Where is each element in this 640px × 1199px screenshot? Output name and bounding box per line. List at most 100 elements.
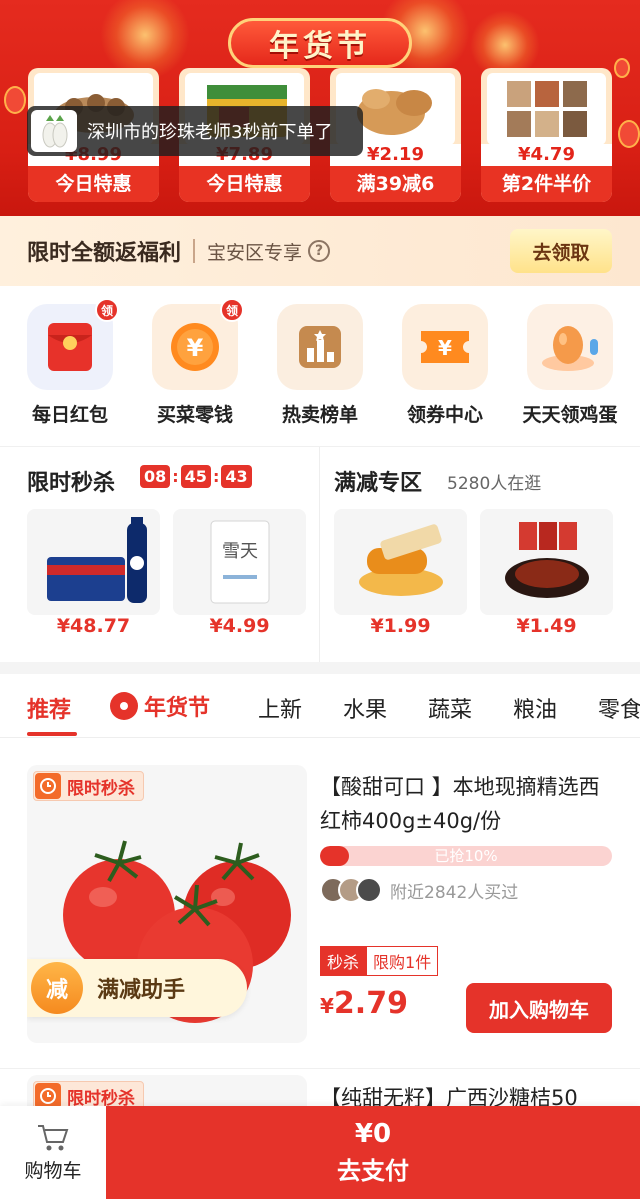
divider: [319, 447, 320, 663]
buyers-count: 附近2842人买过: [390, 882, 519, 903]
benefit-region: 宝安区专享: [207, 241, 303, 264]
tab-vegetables[interactable]: 蔬菜: [428, 692, 472, 724]
flash-tag-label: 限时秒杀: [67, 778, 135, 799]
lantern-decoration: [618, 120, 640, 148]
cart-button[interactable]: 购物车: [0, 1106, 106, 1199]
tab-new-arrivals[interactable]: 上新: [258, 692, 302, 724]
lantern-decoration: [4, 86, 26, 114]
cart-total: ¥0: [354, 1119, 392, 1149]
bottom-checkout-bar: 购物车 ¥0 去支付: [0, 1106, 640, 1199]
clock-icon: [35, 773, 61, 799]
deal-card[interactable]: ¥4.79 第2件半价: [481, 68, 612, 202]
discount-product-price: ¥1.49: [516, 615, 577, 637]
discount-badge-icon: 减: [31, 962, 83, 1014]
help-icon[interactable]: ?: [308, 240, 331, 262]
deal-price: ¥4.79: [481, 144, 612, 166]
shopping-cart-icon: [38, 1125, 69, 1151]
flash-product-card[interactable]: 雪天: [173, 509, 306, 615]
ranking-podium-icon: [277, 304, 363, 390]
salt-bag-image: 雪天: [210, 520, 269, 604]
spicy-snacks-image: [504, 522, 589, 598]
promo-sections: 限时秒杀 08 : 45 : 43 ¥48.77 雪天 ¥4.99 满减专区 5…: [0, 446, 640, 663]
checkout-button[interactable]: ¥0 去支付: [106, 1106, 640, 1199]
feature-icon-grid: 领 每日红包 ¥ 领 买菜零钱 热卖榜单 ¥ 领券中心 天天领鸡蛋: [0, 286, 640, 446]
benefit-strip: 限时全额返福利 宝安区专享 ? 去领取: [0, 216, 640, 286]
deal-tag: 满39减6: [330, 166, 461, 202]
flash-product-card[interactable]: [27, 509, 160, 615]
discount-product-card[interactable]: [334, 509, 467, 615]
flash-sale-title[interactable]: 限时秒杀: [27, 465, 115, 497]
claim-badge: 领: [220, 298, 244, 322]
purchase-limit-badge: 限购1件: [366, 946, 439, 976]
feature-grocery-change[interactable]: ¥ 领 买菜零钱: [135, 298, 255, 427]
progress-label: 已抢10%: [434, 847, 498, 865]
lantern-decoration: [614, 58, 630, 78]
deal-tag: 今日特惠: [179, 166, 310, 202]
festival-banner[interactable]: 年货节 ¥8.99 今日特惠 ¥7.89 今日特惠 ¥2.19 满39减6 ¥4…: [0, 0, 640, 216]
price-value: 2.79: [333, 986, 408, 1021]
deal-tag: 第2件半价: [481, 166, 612, 202]
discount-helper-button[interactable]: 减 满减助手: [27, 959, 247, 1017]
helper-label: 满减助手: [97, 978, 186, 1003]
flash-sale-tag: 限时秒杀: [33, 771, 144, 801]
yen-coin-icon: ¥ 领: [152, 298, 244, 390]
feature-coupon-center[interactable]: ¥ 领券中心: [385, 304, 505, 427]
red-envelope-icon: 领: [27, 298, 119, 390]
feature-label: 天天领鸡蛋: [522, 404, 618, 426]
festival-tag-icon: [110, 692, 138, 720]
promo-tags: 秒杀 限购1件: [320, 946, 439, 976]
category-tabs: 推荐 年货节 上新 水果 蔬菜 粮油 零食: [0, 674, 640, 738]
claim-button[interactable]: 去领取: [510, 229, 612, 273]
flash-tag-label: 限时秒杀: [67, 1088, 135, 1109]
discount-zone-title[interactable]: 满减专区: [334, 465, 422, 497]
egg-icon: [527, 304, 613, 390]
product-title[interactable]: 【酸甜可口 】本地现摘精选西红柿400g±40g/份: [320, 770, 616, 838]
flash-product-price: ¥4.99: [209, 615, 270, 637]
coupon-icon: ¥: [402, 304, 488, 390]
add-to-cart-button[interactable]: 加入购物车: [466, 983, 612, 1033]
flash-sale-badge: 秒杀: [320, 946, 367, 976]
recent-buyers: 附近2842人买过: [320, 877, 518, 903]
feature-label: 领券中心: [406, 404, 483, 426]
product-price: ¥2.79: [320, 986, 408, 1021]
flash-product-price: ¥48.77: [56, 615, 131, 637]
tab-label: 年货节: [144, 696, 211, 721]
claim-badge: 领: [95, 298, 119, 322]
tab-fruit[interactable]: 水果: [343, 692, 387, 724]
cart-label: 购物车: [24, 1160, 82, 1182]
svg-text:¥: ¥: [438, 336, 452, 360]
bread-loaf-image: [358, 524, 443, 596]
deal-product-image: [487, 73, 606, 145]
currency-symbol: ¥: [320, 994, 334, 1018]
product-image[interactable]: 限时秒杀 减 满减助手: [27, 765, 307, 1043]
benefit-title: 限时全额返福利: [27, 241, 182, 266]
tab-snacks[interactable]: 零食: [598, 692, 640, 724]
feature-hot-ranking[interactable]: 热卖榜单: [260, 304, 380, 427]
product-card[interactable]: 限时秒杀 减 满减助手 【酸甜可口 】本地现摘精选西红柿400g±40g/份 已…: [0, 738, 640, 1068]
deal-tag: 今日特惠: [28, 166, 159, 202]
tab-new-year-festival[interactable]: 年货节: [110, 690, 210, 722]
order-product-thumbnail: [31, 110, 77, 152]
recent-order-toast: 深圳市的珍珠老师3秒前下单了: [27, 106, 363, 156]
feature-label: 每日红包: [31, 404, 108, 426]
active-tab-indicator: [27, 732, 77, 736]
feature-daily-egg[interactable]: 天天领鸡蛋: [510, 304, 630, 427]
svg-text:¥: ¥: [187, 334, 204, 362]
toast-message: 深圳市的珍珠老师3秒前下单了: [87, 122, 333, 143]
discount-product-card[interactable]: [480, 509, 613, 615]
feature-daily-red-envelope[interactable]: 领 每日红包: [10, 298, 130, 427]
timer-hours: 08: [140, 465, 171, 488]
discount-product-price: ¥1.99: [370, 615, 431, 637]
divider: [193, 239, 196, 263]
section-gap: [0, 662, 640, 674]
svg-text:雪天: 雪天: [222, 541, 258, 562]
countdown-timer: 08 : 45 : 43: [140, 465, 252, 488]
checkout-label: 去支付: [337, 1157, 409, 1185]
feature-label: 买菜零钱: [156, 404, 233, 426]
timer-minutes: 45: [180, 465, 211, 488]
timer-seconds: 43: [221, 465, 252, 488]
visitor-count: 5280人在逛: [447, 474, 542, 494]
tab-grain-oil[interactable]: 粮油: [513, 692, 557, 724]
tab-recommend[interactable]: 推荐: [27, 692, 71, 724]
festival-title: 年货节: [228, 18, 412, 68]
